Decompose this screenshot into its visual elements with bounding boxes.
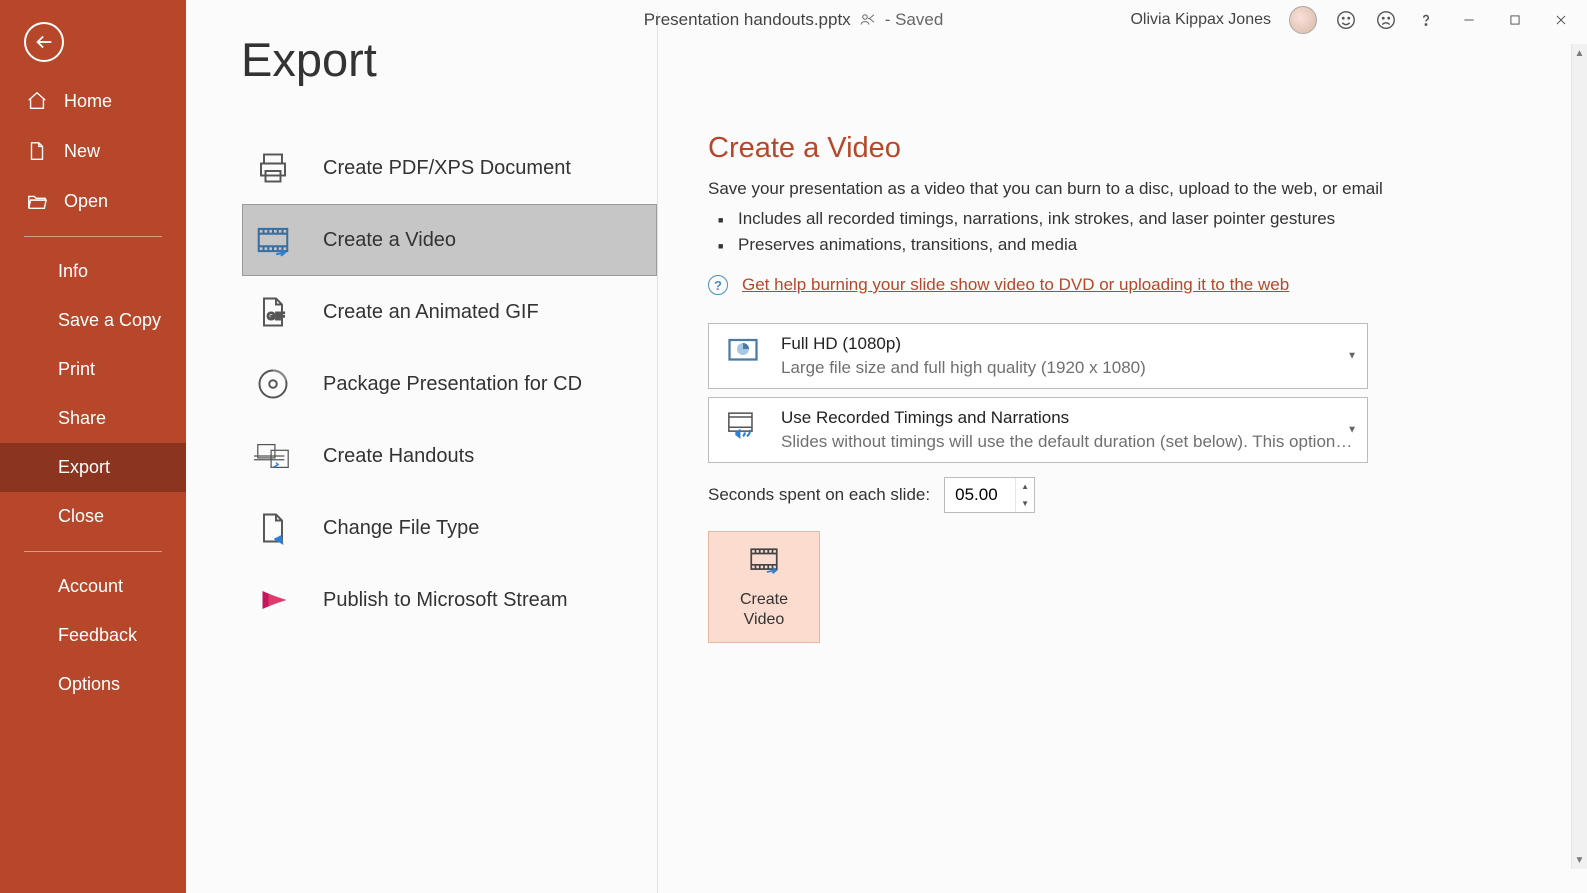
document-title: Presentation handouts.pptx — [644, 10, 851, 30]
face-smile-icon[interactable] — [1335, 9, 1357, 31]
gif-icon: GIF — [253, 292, 293, 332]
export-option-label: Create Handouts — [323, 445, 474, 468]
document-icon — [26, 140, 48, 162]
save-status: - Saved — [885, 10, 944, 30]
export-option-handouts[interactable]: Create Handouts — [242, 420, 657, 492]
home-icon — [26, 90, 48, 112]
sidebar-item-label: Export — [58, 457, 110, 478]
export-option-list: Create PDF/XPS Document Create a Video G… — [186, 12, 658, 893]
minimize-button[interactable] — [1455, 6, 1483, 34]
detail-bullets: Includes all recorded timings, narration… — [708, 209, 1537, 255]
chevron-down-icon: ▼ — [1347, 425, 1357, 436]
seconds-input[interactable] — [945, 478, 1015, 512]
sidebar-item-label: Feedback — [58, 625, 137, 646]
timings-dropdown[interactable]: Use Recorded Timings and Narrations Slid… — [708, 397, 1368, 463]
cd-icon — [253, 364, 293, 404]
create-video-label: Create Video — [740, 590, 788, 628]
question-circle-icon: ? — [708, 275, 728, 295]
change-filetype-icon — [253, 508, 293, 548]
filmstrip-icon — [253, 220, 293, 260]
sidebar-item-label: Print — [58, 359, 95, 380]
svg-text:GIF: GIF — [267, 311, 285, 323]
close-button[interactable] — [1547, 6, 1575, 34]
handouts-icon — [253, 436, 293, 476]
avatar[interactable] — [1289, 6, 1317, 34]
help-icon[interactable] — [1415, 9, 1437, 31]
sidebar-share[interactable]: Share — [0, 394, 186, 443]
filmstrip-arrow-icon — [744, 545, 784, 584]
export-detail-pane: Create a Video Save your presentation as… — [658, 12, 1587, 893]
help-link[interactable]: Get help burning your slide show video t… — [742, 275, 1289, 295]
sidebar-info[interactable]: Info — [0, 247, 186, 296]
sidebar-item-label: Info — [58, 261, 88, 282]
sidebar-account[interactable]: Account — [0, 562, 186, 611]
export-option-label: Create a Video — [323, 229, 456, 252]
scroll-down-button[interactable] — [1572, 851, 1587, 869]
export-option-label: Create an Animated GIF — [323, 301, 539, 324]
sidebar-home[interactable]: Home — [0, 76, 186, 126]
sidebar-feedback[interactable]: Feedback — [0, 611, 186, 660]
backstage-sidebar: Home New Open Info Save a Copy Print Sha… — [0, 0, 186, 893]
help-row: ? Get help burning your slide show video… — [708, 275, 1537, 295]
sidebar-item-label: Account — [58, 576, 123, 597]
maximize-button[interactable] — [1501, 6, 1529, 34]
bullet-item: Includes all recorded timings, narration… — [738, 209, 1537, 229]
printer-icon — [253, 148, 293, 188]
content-area: Export Create PDF/XPS Document Create a … — [186, 0, 1587, 893]
divider — [24, 236, 162, 237]
export-option-gif[interactable]: GIF Create an Animated GIF — [242, 276, 657, 348]
face-frown-icon[interactable] — [1375, 9, 1397, 31]
sidebar-options[interactable]: Options — [0, 660, 186, 709]
export-option-stream[interactable]: Publish to Microsoft Stream — [242, 564, 657, 636]
create-video-button[interactable]: Create Video — [708, 531, 820, 643]
account-name[interactable]: Olivia Kippax Jones — [1130, 11, 1271, 29]
sidebar-export[interactable]: Export — [0, 443, 186, 492]
monitor-icon — [723, 334, 763, 370]
folder-open-icon — [26, 190, 48, 212]
export-option-label: Publish to Microsoft Stream — [323, 589, 568, 612]
seconds-label: Seconds spent on each slide: — [708, 485, 930, 505]
sharing-icon — [859, 11, 877, 29]
detail-title: Create a Video — [708, 132, 1537, 165]
detail-description: Save your presentation as a video that y… — [708, 179, 1537, 199]
sidebar-close[interactable]: Close — [0, 492, 186, 541]
sidebar-item-label: Options — [58, 674, 120, 695]
dropdown-value: Use Recorded Timings and Narrations — [781, 408, 1353, 428]
chevron-down-icon: ▼ — [1347, 351, 1357, 362]
dropdown-sub: Slides without timings will use the defa… — [781, 432, 1353, 452]
titlebar: Presentation handouts.pptx - Saved Olivi… — [0, 0, 1587, 44]
export-option-label: Package Presentation for CD — [323, 373, 582, 396]
export-option-label: Change File Type — [323, 517, 479, 540]
export-option-video[interactable]: Create a Video — [242, 204, 657, 276]
spinner-down-button[interactable]: ▼ — [1016, 495, 1034, 512]
scroll-up-button[interactable] — [1572, 44, 1587, 62]
sidebar-item-label: Close — [58, 506, 104, 527]
sidebar-item-label: New — [64, 141, 100, 162]
export-option-filetype[interactable]: Change File Type — [242, 492, 657, 564]
filmstrip-sound-icon — [723, 408, 763, 444]
dropdown-sub: Large file size and full high quality (1… — [781, 358, 1353, 378]
sidebar-print[interactable]: Print — [0, 345, 186, 394]
sidebar-item-label: Open — [64, 191, 108, 212]
stream-icon — [253, 580, 293, 620]
sidebar-save-copy[interactable]: Save a Copy — [0, 296, 186, 345]
seconds-row: Seconds spent on each slide: ▲ ▼ — [708, 477, 1537, 513]
export-option-cd[interactable]: Package Presentation for CD — [242, 348, 657, 420]
export-option-pdf[interactable]: Create PDF/XPS Document — [242, 132, 657, 204]
dropdown-value: Full HD (1080p) — [781, 334, 1353, 354]
seconds-spinner[interactable]: ▲ ▼ — [944, 477, 1035, 513]
video-quality-dropdown[interactable]: Full HD (1080p) Large file size and full… — [708, 323, 1368, 389]
sidebar-item-label: Share — [58, 408, 106, 429]
bullet-item: Preserves animations, transitions, and m… — [738, 235, 1537, 255]
sidebar-item-label: Home — [64, 91, 112, 112]
divider — [24, 551, 162, 552]
sidebar-new[interactable]: New — [0, 126, 186, 176]
sidebar-item-label: Save a Copy — [58, 310, 161, 331]
scrollbar[interactable] — [1571, 44, 1587, 869]
spinner-up-button[interactable]: ▲ — [1016, 478, 1034, 495]
sidebar-open[interactable]: Open — [0, 176, 186, 226]
export-option-label: Create PDF/XPS Document — [323, 157, 571, 180]
